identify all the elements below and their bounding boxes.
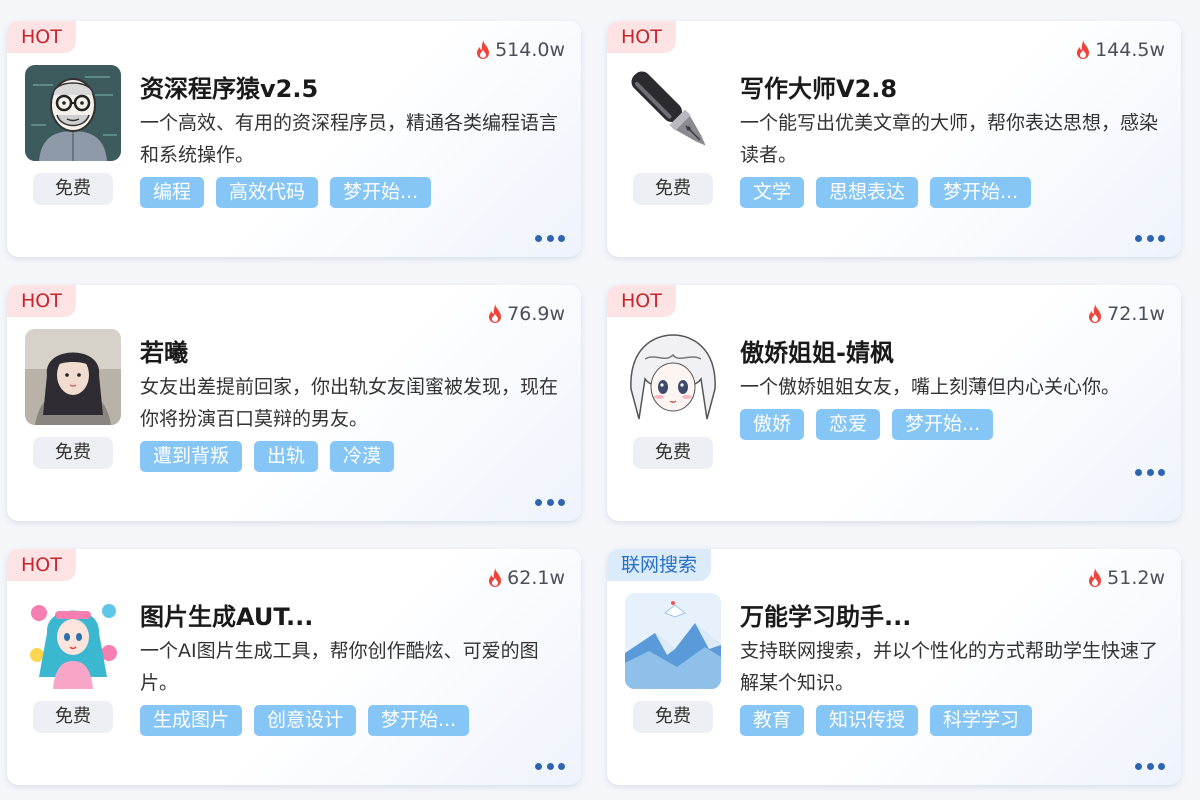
colorful-character-avatar <box>25 593 121 689</box>
assistant-card-programmer[interactable]: HOT 514.0w 免费 资深程序猿v2.5 一个高效、有用的资深程序员，精通… <box>7 21 581 257</box>
assistant-card-writer[interactable]: HOT 144.5w 免费 写作大师V2.8 一个能写出优美文章的大师，帮你表达… <box>607 21 1181 257</box>
usage-count-text: 144.5w <box>1095 39 1165 61</box>
usage-count-text: 76.9w <box>507 303 565 325</box>
fountain-pen-avatar <box>625 65 721 161</box>
tag[interactable]: 生成图片 <box>140 705 243 736</box>
programmer-avatar <box>25 65 121 161</box>
tag[interactable]: 编程 <box>140 177 205 208</box>
more-options-icon[interactable] <box>535 495 565 509</box>
tag[interactable]: 梦开始... <box>330 177 432 208</box>
assistant-card-image-gen[interactable]: HOT 62.1w 免费 图片生成AUT... 一个AI图片生成工具，帮你创作酷… <box>7 549 581 785</box>
assistant-description: 一个高效、有用的资深程序员，精通各类编程语言和系统操作。 <box>140 112 559 166</box>
tag-list: 编程 高效代码 梦开始... <box>140 177 432 208</box>
usage-count: 62.1w <box>486 567 565 589</box>
tag[interactable]: 出轨 <box>254 441 319 472</box>
assistant-card-jingfeng[interactable]: HOT 72.1w 免费 傲娇姐姐-婧枫 一个傲娇姐姐女友，嘴上刻薄但内心关心你… <box>607 285 1181 521</box>
flame-icon <box>489 304 502 323</box>
anime-girl-avatar <box>625 329 721 425</box>
more-options-icon[interactable] <box>535 759 565 773</box>
assistant-title[interactable]: 图片生成AUT... <box>140 597 313 632</box>
tag[interactable]: 教育 <box>740 705 805 736</box>
usage-count: 76.9w <box>486 303 565 325</box>
price-label: 免费 <box>33 173 113 205</box>
assistant-title[interactable]: 写作大师V2.8 <box>740 69 897 104</box>
tag[interactable]: 文学 <box>740 177 805 208</box>
price-label: 免费 <box>633 701 713 733</box>
assistant-title[interactable]: 傲娇姐姐-婧枫 <box>740 333 894 368</box>
flame-icon <box>477 40 490 59</box>
web-search-badge: 联网搜索 <box>607 549 712 581</box>
tag-list: 傲娇 恋爱 梦开始... <box>740 409 994 440</box>
hot-badge: HOT <box>7 285 76 317</box>
hot-badge: HOT <box>7 21 76 53</box>
price-label: 免费 <box>633 173 713 205</box>
assistant-description: 女友出差提前回家，你出轨女友闺蜜被发现，现在你将扮演百口莫辩的男友。 <box>140 376 559 430</box>
usage-count-text: 72.1w <box>1107 303 1165 325</box>
tag[interactable]: 梦开始... <box>368 705 470 736</box>
paper-landscape-avatar <box>625 593 721 689</box>
usage-count: 144.5w <box>1074 39 1165 61</box>
price-label: 免费 <box>33 701 113 733</box>
flame-icon <box>1089 568 1102 587</box>
tag-list: 教育 知识传授 科学学习 <box>740 705 1033 736</box>
assistant-card-study-helper[interactable]: 联网搜索 51.2w 免费 万能学习助手... 支持联网搜索，并以个性化的方式帮… <box>607 549 1181 785</box>
tag[interactable]: 梦开始... <box>930 177 1032 208</box>
hot-badge: HOT <box>7 549 76 581</box>
usage-count: 51.2w <box>1086 567 1165 589</box>
tag[interactable]: 知识传授 <box>816 705 919 736</box>
price-label: 免费 <box>33 437 113 469</box>
usage-count-text: 51.2w <box>1107 567 1165 589</box>
tag[interactable]: 傲娇 <box>740 409 805 440</box>
assistant-card-ruoxi[interactable]: HOT 76.9w 免费 若曦 女友出差提前回家，你出轨女友闺蜜被发现，现在你将… <box>7 285 581 521</box>
assistant-description: 支持联网搜索，并以个性化的方式帮助学生快速了解某个知识。 <box>740 640 1159 694</box>
tag-list: 文学 思想表达 梦开始... <box>740 177 1032 208</box>
tag[interactable]: 梦开始... <box>892 409 994 440</box>
assistant-description: 一个AI图片生成工具，帮你创作酷炫、可爱的图片。 <box>140 640 539 694</box>
more-options-icon[interactable] <box>1135 465 1165 479</box>
usage-count: 72.1w <box>1086 303 1165 325</box>
assistant-title[interactable]: 若曦 <box>140 333 188 368</box>
girl-photo-avatar <box>25 329 121 425</box>
flame-icon <box>1077 40 1090 59</box>
price-label: 免费 <box>633 437 713 469</box>
flame-icon <box>1089 304 1102 323</box>
tag-list: 遭到背叛 出轨 冷漠 <box>140 441 395 472</box>
tag[interactable]: 遭到背叛 <box>140 441 243 472</box>
more-options-icon[interactable] <box>535 231 565 245</box>
usage-count-text: 514.0w <box>495 39 565 61</box>
tag[interactable]: 思想表达 <box>816 177 919 208</box>
tag-list: 生成图片 创意设计 梦开始... <box>140 705 470 736</box>
more-options-icon[interactable] <box>1135 231 1165 245</box>
assistant-description: 一个傲娇姐姐女友，嘴上刻薄但内心关心你。 <box>740 376 1121 398</box>
usage-count: 514.0w <box>474 39 565 61</box>
tag[interactable]: 创意设计 <box>254 705 357 736</box>
hot-badge: HOT <box>607 285 676 317</box>
assistant-title[interactable]: 资深程序猿v2.5 <box>140 69 318 104</box>
usage-count-text: 62.1w <box>507 567 565 589</box>
assistant-title[interactable]: 万能学习助手... <box>740 597 911 632</box>
flame-icon <box>489 568 502 587</box>
assistant-description: 一个能写出优美文章的大师，帮你表达思想，感染读者。 <box>740 112 1159 166</box>
tag[interactable]: 冷漠 <box>330 441 395 472</box>
tag[interactable]: 科学学习 <box>930 705 1033 736</box>
hot-badge: HOT <box>607 21 676 53</box>
tag[interactable]: 高效代码 <box>216 177 319 208</box>
more-options-icon[interactable] <box>1135 759 1165 773</box>
tag[interactable]: 恋爱 <box>816 409 881 440</box>
